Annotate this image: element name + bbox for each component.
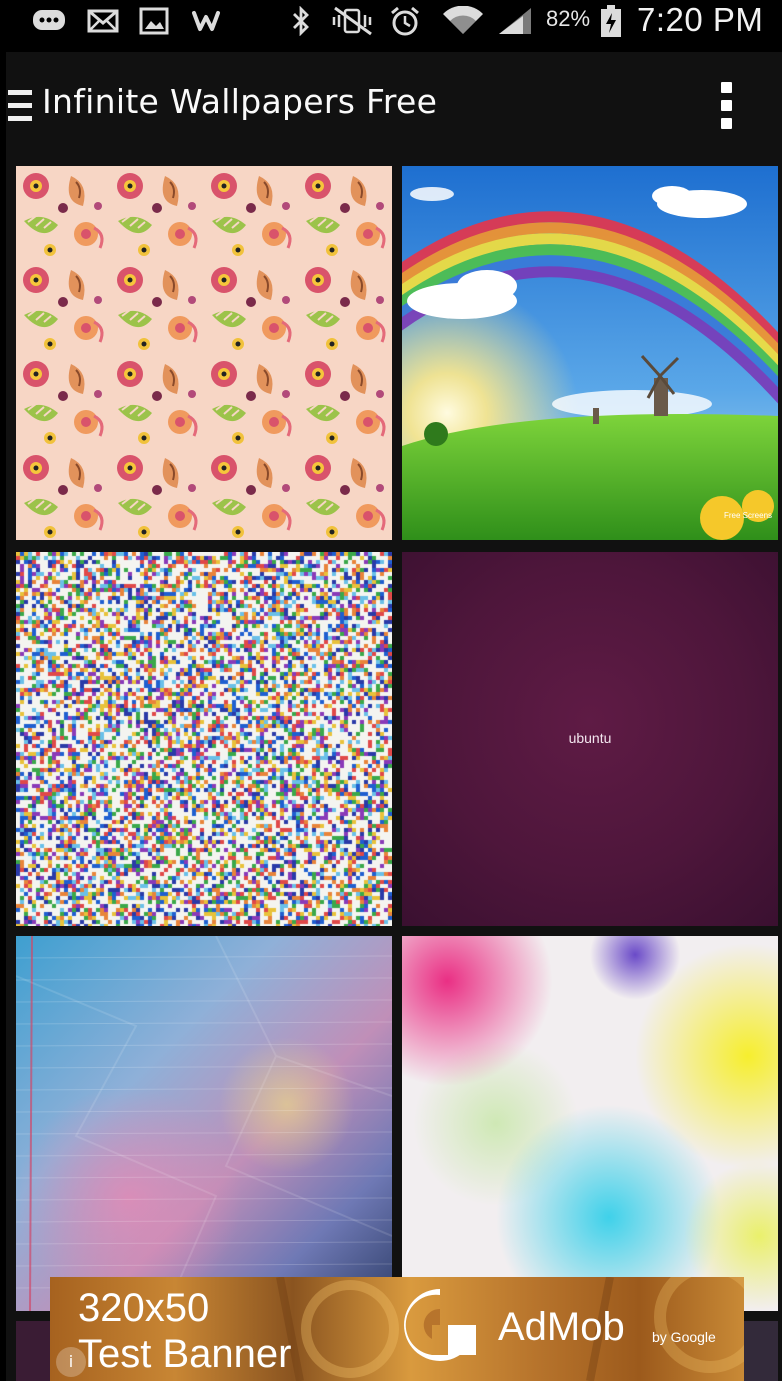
bluetooth-icon bbox=[288, 6, 314, 36]
wallpaper-tile-ubuntu-purple[interactable]: ubuntu bbox=[402, 552, 778, 926]
admob-byline: by Google bbox=[652, 1329, 716, 1345]
battery-charging-icon bbox=[597, 5, 625, 37]
chat-bubble-icon bbox=[30, 6, 70, 36]
app-title: Infinite Wallpapers Free bbox=[42, 82, 438, 121]
vibrate-mute-icon bbox=[328, 6, 378, 36]
signal-icon bbox=[494, 6, 536, 36]
status-time: 7:20 PM bbox=[637, 1, 764, 38]
alarm-icon bbox=[388, 6, 422, 36]
battery-percent: 82% bbox=[546, 6, 591, 31]
wallpaper-tile-confetti-noise[interactable] bbox=[16, 552, 392, 926]
w-app-icon bbox=[190, 6, 226, 36]
admob-test-banner[interactable]: 320x50 Test Banner AdMob by Google i bbox=[50, 1277, 744, 1381]
wallpaper-tile-floral-pattern[interactable] bbox=[16, 166, 392, 540]
wallpaper-tile-rainbow-landscape[interactable]: Free Screens bbox=[402, 166, 778, 540]
admob-brand: AdMob bbox=[498, 1305, 625, 1349]
confetti-noise-canvas bbox=[16, 552, 392, 926]
wallpaper-grid: Free Screens ubuntu bbox=[6, 156, 782, 1381]
status-bar: 82% 7:20 PM bbox=[0, 0, 782, 46]
overflow-menu-icon[interactable] bbox=[718, 82, 734, 130]
image-icon bbox=[138, 6, 170, 36]
ubuntu-label: ubuntu bbox=[568, 730, 612, 746]
banner-line-1: 320x50 bbox=[78, 1286, 210, 1330]
wallpaper-tile-watercolor-splashes[interactable] bbox=[402, 936, 778, 1311]
hamburger-menu-icon[interactable] bbox=[8, 90, 34, 122]
admob-logo-icon bbox=[400, 1285, 480, 1365]
mail-icon bbox=[86, 6, 120, 36]
banner-line-2: Test Banner bbox=[78, 1332, 292, 1376]
info-icon[interactable]: i bbox=[56, 1347, 86, 1377]
app-bar: Infinite Wallpapers Free bbox=[6, 52, 782, 156]
rainbow-watermark: Free Screens bbox=[724, 511, 772, 520]
wallpaper-tile-crumpled-paper-watercolor[interactable] bbox=[16, 936, 392, 1311]
wifi-icon bbox=[440, 6, 486, 36]
